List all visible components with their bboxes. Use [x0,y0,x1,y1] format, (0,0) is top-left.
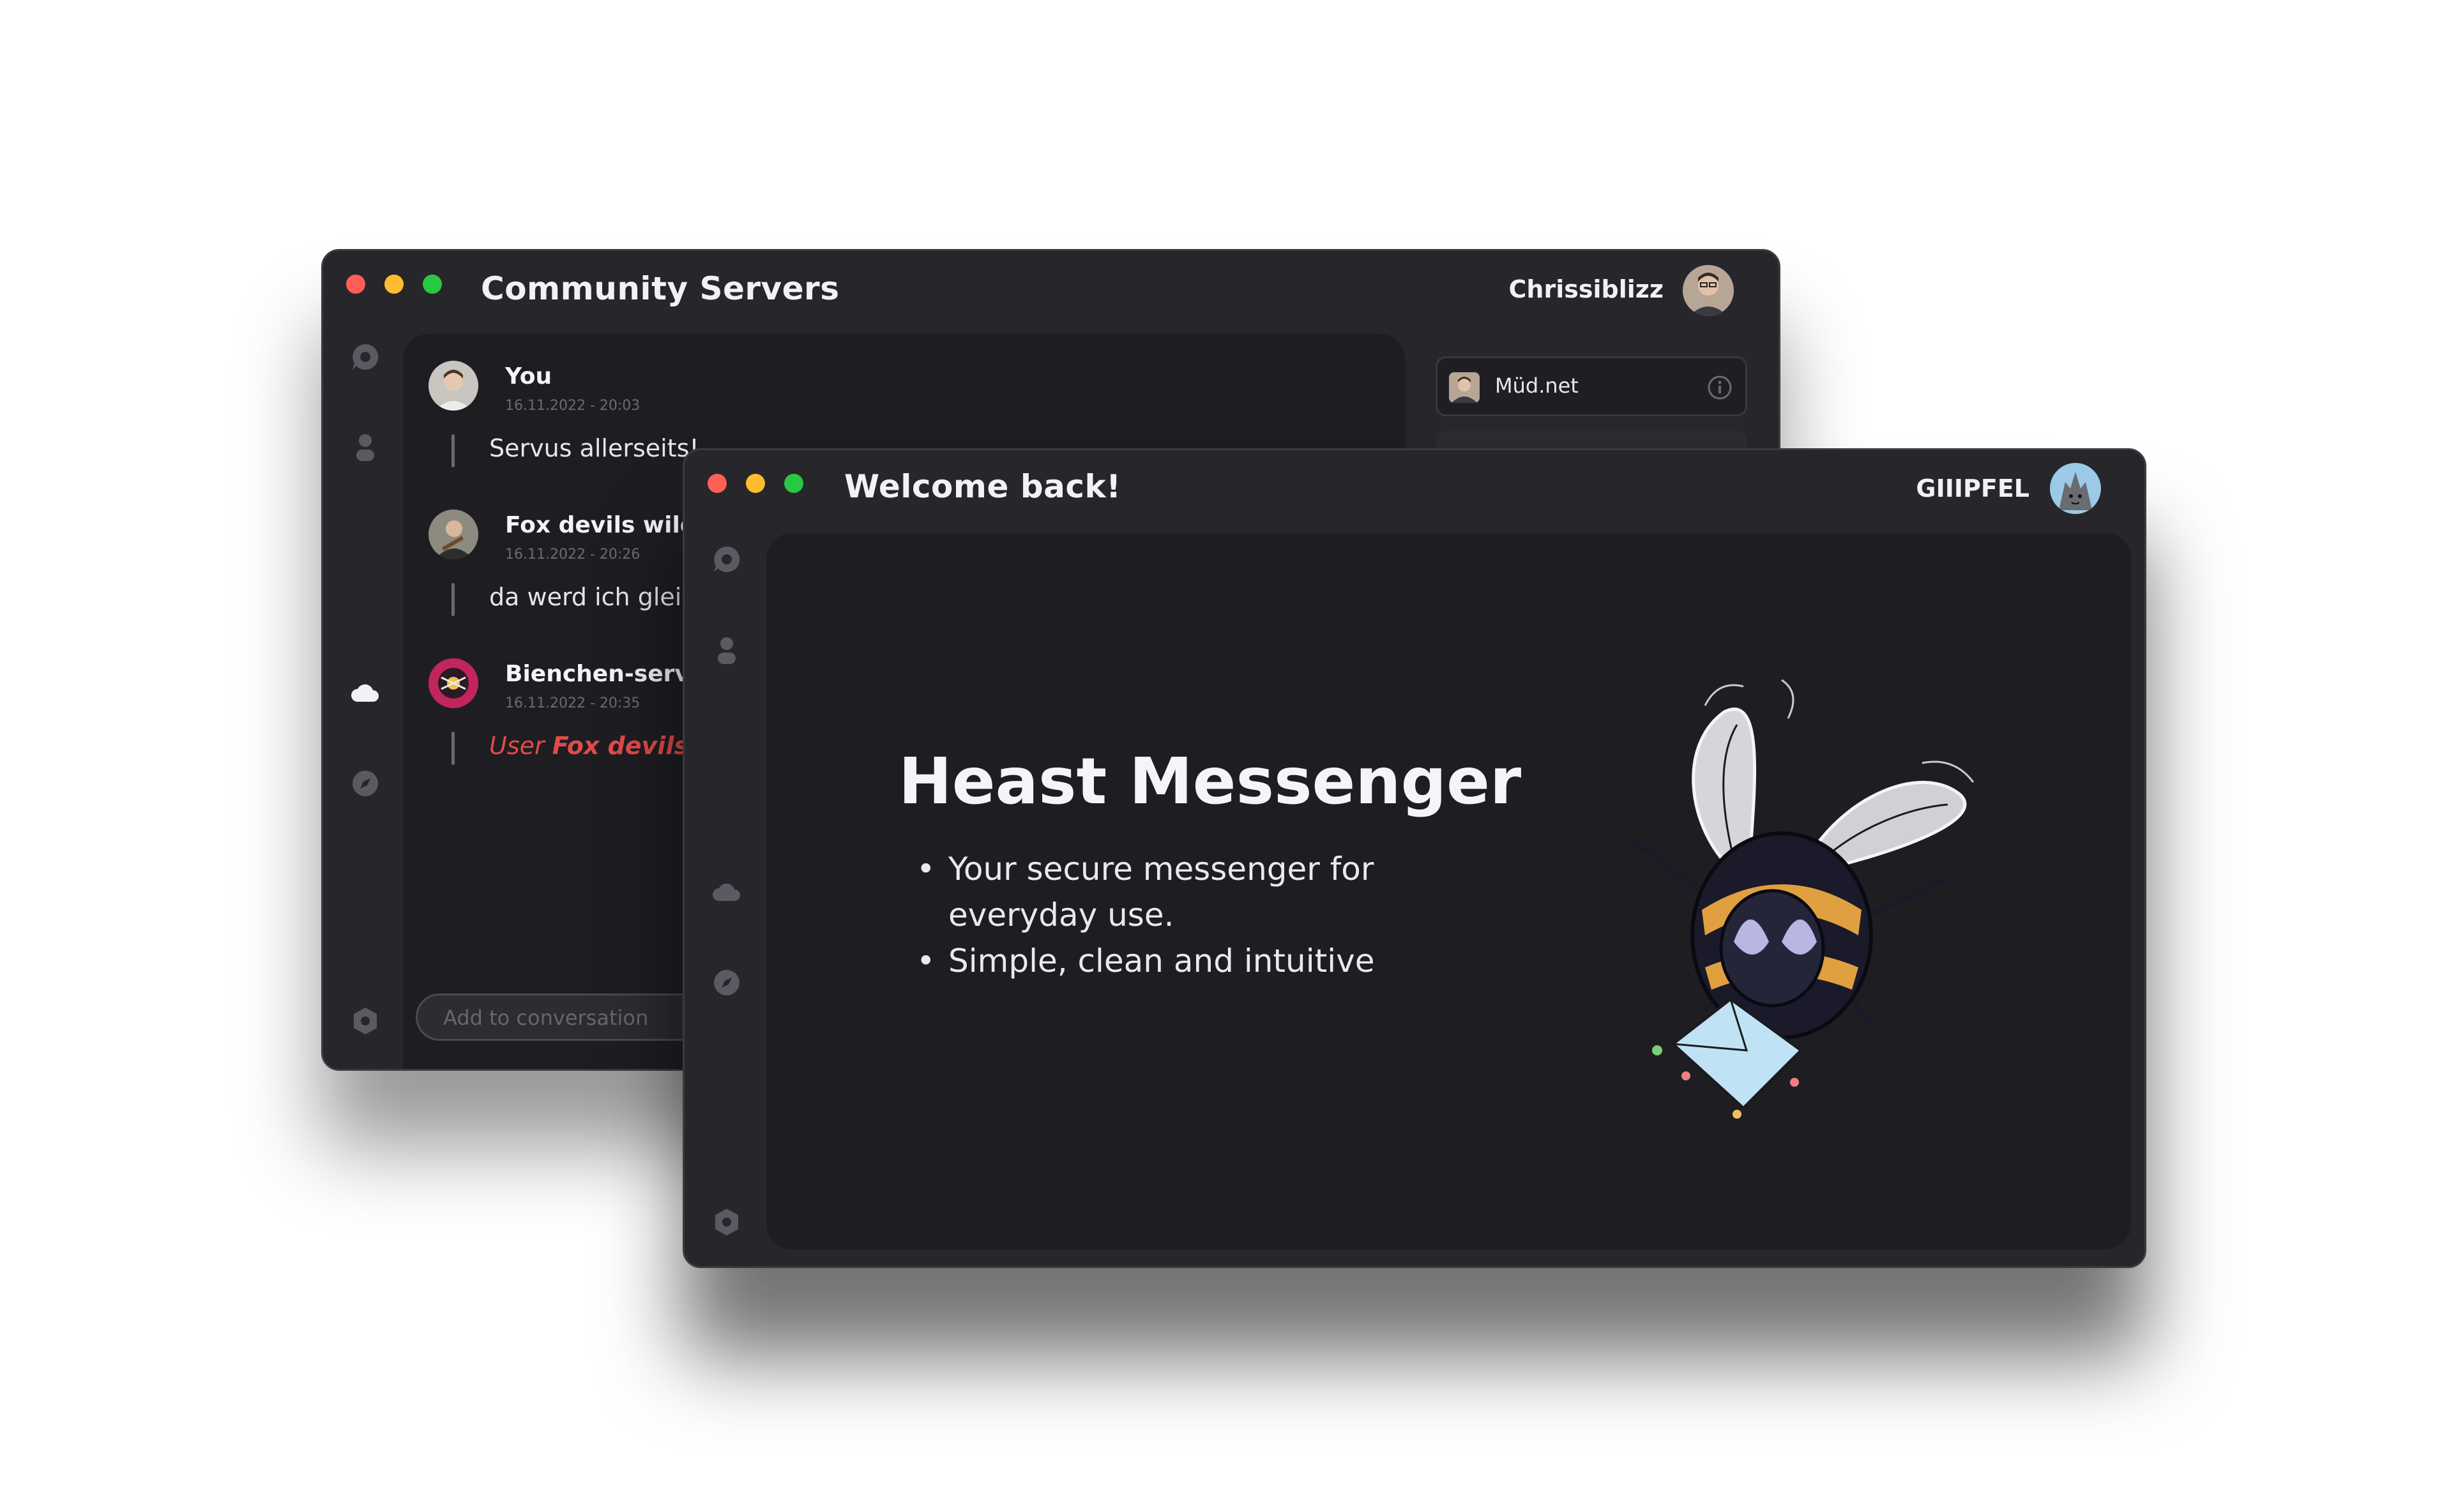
feature-item: Your secure messenger for everyday use. [916,846,1434,938]
system-message-username: Fox devils [552,732,688,760]
maximize-window-button[interactable] [423,275,442,294]
feature-list: Your secure messenger for everyday use. … [916,846,1434,984]
welcome-panel: Heast Messenger Your secure messenger fo… [766,533,2131,1250]
message-author: Fox devils wild [505,512,697,538]
message-divider [451,434,455,467]
bee-mascot-illustration [1590,667,1986,1127]
message-text: Servus allerseits! [489,434,699,462]
close-window-button[interactable] [346,275,365,294]
cloud-icon[interactable] [710,877,743,910]
message-author: Bienchen-servi [505,661,698,687]
minimize-window-button[interactable] [384,275,404,294]
message-date: 16.11.2022 - 20:35 [505,695,641,711]
feature-item: Simple, clean and intuitive [916,938,1434,984]
message-divider [451,732,455,765]
window-title: Community Servers [481,270,840,307]
maximize-window-button[interactable] [784,474,803,493]
minimize-window-button[interactable] [746,474,765,493]
window-title: Welcome back! [844,468,1121,505]
message-divider [451,583,455,616]
close-window-button[interactable] [708,474,727,493]
server-list-item[interactable]: Müd.net [1436,356,1747,416]
message-date: 16.11.2022 - 20:03 [505,398,641,414]
message-date: 16.11.2022 - 20:26 [505,547,641,563]
compass-icon[interactable] [349,767,382,800]
hero-title: Heast Messenger [899,744,1522,819]
system-message-prefix: User [489,732,552,760]
message-input-placeholder: Add to conversation [443,1006,649,1030]
settings-hexagon-icon[interactable] [710,1206,743,1239]
welcome-window: Welcome back! GIIIPFEL Heast Messenger Y… [683,448,2146,1268]
user-avatar[interactable] [1683,265,1734,316]
chat-bubble-icon[interactable] [710,543,743,576]
server-name: Müd.net [1495,374,1579,398]
person-icon[interactable] [349,431,382,464]
cloud-icon[interactable] [349,677,382,711]
author-avatar[interactable] [428,361,478,411]
author-avatar[interactable] [428,510,478,559]
compass-icon[interactable] [710,966,743,999]
person-icon[interactable] [710,634,743,667]
message-text: da werd ich gleic [489,583,695,611]
chat-bubble-icon[interactable] [349,340,382,374]
message-author: You [505,363,552,389]
author-avatar[interactable] [428,658,478,708]
server-avatar [1449,372,1480,403]
settings-hexagon-icon[interactable] [349,1004,382,1038]
system-message-text: User Fox devils [489,732,688,760]
info-icon[interactable] [1707,375,1733,400]
user-avatar[interactable] [2050,463,2101,514]
current-user-name: GIIIPFEL [1916,474,2029,503]
current-user-name: Chrissiblizz [1508,275,1664,303]
